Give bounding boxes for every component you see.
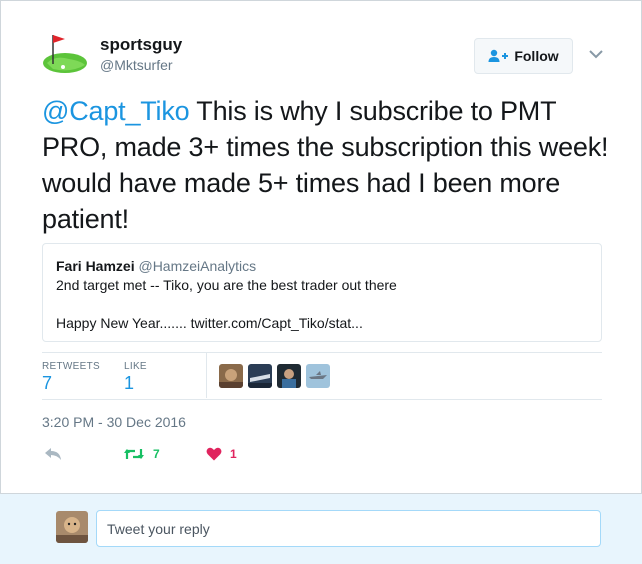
- reply-input[interactable]: [96, 510, 601, 547]
- golf-flag-icon[interactable]: [41, 31, 89, 79]
- my-avatar[interactable]: [56, 511, 88, 543]
- retweet-button[interactable]: 7: [123, 447, 160, 461]
- retweet-action-count: 7: [153, 447, 160, 461]
- like-button[interactable]: 1: [206, 447, 237, 461]
- add-user-icon: [488, 49, 509, 62]
- liker-avatar[interactable]: [277, 364, 301, 388]
- liker-avatar[interactable]: [306, 364, 330, 388]
- tweet-text: @Capt_Tiko This is why I subscribe to PM…: [42, 93, 612, 237]
- liker-avatar[interactable]: [219, 364, 243, 388]
- reply-button[interactable]: [44, 447, 62, 461]
- likes-label: LIKE: [124, 361, 147, 372]
- retweet-icon: [124, 449, 144, 459]
- likes-count[interactable]: 1: [124, 373, 134, 394]
- mention-link[interactable]: @Capt_Tiko: [42, 96, 190, 126]
- chevron-down-icon[interactable]: [587, 45, 605, 63]
- quoted-tweet[interactable]: Fari Hamzei @HamzeiAnalytics 2nd target …: [42, 243, 602, 342]
- quoted-author-name: Fari Hamzei: [56, 258, 135, 274]
- quoted-text-line-2: Happy New Year....... twitter.com/Capt_T…: [56, 315, 363, 331]
- stats-divider: [206, 353, 207, 398]
- like-action-count: 1: [230, 447, 237, 461]
- follow-button[interactable]: Follow: [474, 38, 573, 74]
- retweets-label: RETWEETS: [42, 361, 100, 372]
- follow-label: Follow: [514, 48, 559, 64]
- tweet-card: sportsguy @Mktsurfer Follow @Capt_Tiko T…: [0, 0, 642, 494]
- author-handle[interactable]: @Mktsurfer: [100, 57, 173, 73]
- tweet-timestamp[interactable]: 3:20 PM - 30 Dec 2016: [42, 414, 186, 430]
- quoted-text-line-1: 2nd target met -- Tiko, you are the best…: [56, 277, 397, 293]
- liker-avatar[interactable]: [248, 364, 272, 388]
- divider: [42, 399, 602, 400]
- retweets-count[interactable]: 7: [42, 373, 52, 394]
- author-display-name[interactable]: sportsguy: [100, 35, 182, 55]
- heart-icon: [206, 447, 222, 461]
- quoted-author-handle: @HamzeiAnalytics: [138, 258, 257, 274]
- divider: [42, 352, 602, 353]
- reply-icon: [45, 448, 61, 460]
